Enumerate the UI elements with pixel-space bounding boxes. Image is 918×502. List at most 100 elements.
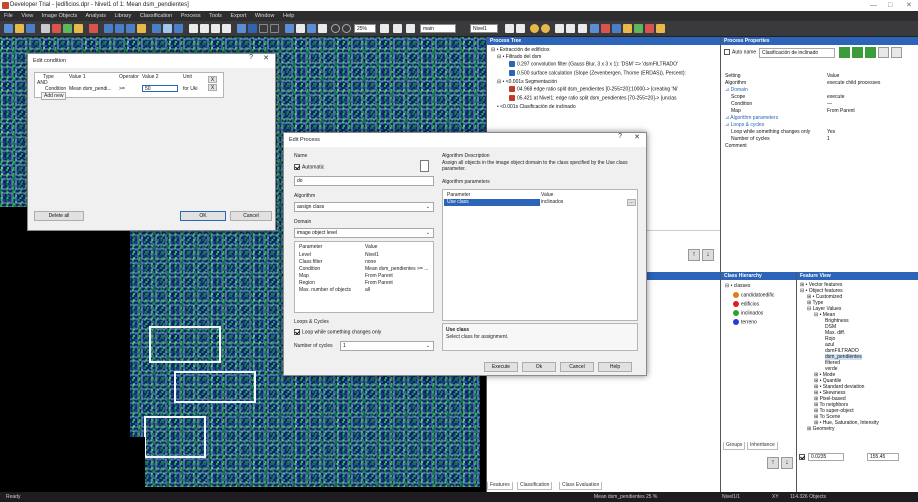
tree-row-surface[interactable]: 0.500 surface calculation (Slope (Zevenb… bbox=[509, 70, 686, 76]
help-icon[interactable]: ? bbox=[249, 54, 253, 61]
prop-loop-value[interactable]: Yes bbox=[827, 129, 835, 135]
open-project-icon[interactable] bbox=[15, 24, 24, 33]
tree-row-edge2[interactable]: 05.421 at Nivel1: edge ratio split dsm_p… bbox=[509, 95, 677, 101]
delete-icon[interactable] bbox=[645, 24, 654, 33]
insert-icon[interactable] bbox=[852, 47, 863, 58]
param-max-objects-value[interactable]: all bbox=[365, 287, 370, 293]
run-icon[interactable] bbox=[530, 24, 539, 33]
level-down-icon[interactable] bbox=[505, 24, 514, 33]
zoom-out-icon[interactable] bbox=[296, 24, 305, 33]
menu-tools[interactable]: Tools bbox=[209, 13, 222, 19]
range-max-field[interactable]: 155.45 bbox=[867, 453, 899, 461]
param-condition-value[interactable]: Mean dsm_pendientes >= ... bbox=[365, 266, 428, 272]
zoom-fit-icon[interactable] bbox=[307, 24, 316, 33]
undo-icon[interactable] bbox=[555, 24, 564, 33]
ellipsis-button[interactable]: … bbox=[627, 199, 636, 206]
menu-view[interactable]: View bbox=[21, 13, 33, 19]
condition-unit[interactable]: for Uki bbox=[183, 86, 197, 92]
menu-image-objects[interactable]: Image Objects bbox=[42, 13, 77, 19]
param-region-value[interactable]: From Parent bbox=[365, 280, 393, 286]
tree-row-filtrado[interactable]: ⊟ • Filtrado del dsm bbox=[497, 54, 541, 60]
prop-algorithm-params-group[interactable]: ⊿ Algorithm parameters bbox=[725, 115, 778, 121]
tab-class-evaluation[interactable]: Class Evaluation bbox=[559, 482, 603, 490]
add-icon[interactable] bbox=[839, 47, 850, 58]
view-icon[interactable] bbox=[41, 24, 50, 33]
cancel-button[interactable]: Cancel bbox=[230, 211, 272, 221]
sample-icon[interactable] bbox=[590, 24, 599, 33]
param-map-value[interactable]: From Parent bbox=[365, 273, 393, 279]
param-class-filter-value[interactable]: none bbox=[365, 259, 376, 265]
class-candidatoedific[interactable]: candidatoedific bbox=[733, 292, 774, 298]
menu-window[interactable]: Window bbox=[255, 13, 275, 19]
auto-name-checkbox[interactable]: Auto name bbox=[724, 49, 756, 55]
window-4-icon[interactable] bbox=[137, 24, 146, 33]
menu-classification[interactable]: Classification bbox=[140, 13, 172, 19]
stop-icon[interactable] bbox=[541, 24, 550, 33]
arrow-down-icon[interactable]: ↓ bbox=[781, 457, 793, 469]
domain-select[interactable]: image object level ⌄ bbox=[294, 228, 434, 238]
ok-button[interactable]: OK bbox=[180, 211, 226, 221]
menu-library[interactable]: Library bbox=[114, 13, 131, 19]
window-3-icon[interactable] bbox=[126, 24, 135, 33]
tab-groups[interactable]: Groups bbox=[723, 442, 746, 450]
tree-row-clasificacion[interactable]: • <0.001s Clasificación de inclinado bbox=[497, 104, 576, 110]
fv-geometry[interactable]: ⊞ Geometry bbox=[807, 426, 835, 432]
layer-icon[interactable] bbox=[52, 24, 61, 33]
minimize-button[interactable]: — bbox=[870, 0, 877, 11]
delete-all-button[interactable]: Delete all bbox=[34, 211, 84, 221]
zoom-reset-icon[interactable] bbox=[380, 24, 389, 33]
arrow-up-icon[interactable]: ↑ bbox=[688, 249, 700, 261]
help-icon[interactable]: ? bbox=[618, 133, 622, 140]
edit-icon[interactable] bbox=[612, 24, 621, 33]
split-view-1-icon[interactable] bbox=[189, 24, 198, 33]
split-view-4-icon[interactable] bbox=[222, 24, 231, 33]
manual-icon[interactable] bbox=[623, 24, 632, 33]
process-name-field[interactable]: Clasificación de inclinado bbox=[759, 48, 835, 58]
class-icon[interactable] bbox=[601, 24, 610, 33]
merge-icon[interactable] bbox=[634, 24, 643, 33]
zoom-plus-icon[interactable] bbox=[342, 24, 351, 33]
range-min-field[interactable]: 0.0235 bbox=[808, 453, 844, 461]
ok-button[interactable]: Ok bbox=[522, 362, 556, 372]
tab-classification[interactable]: Classification bbox=[517, 482, 553, 490]
move-up-icon[interactable] bbox=[878, 47, 889, 58]
tree-row-edge1[interactable]: 04.968 edge ratio split dsm_pendientes [… bbox=[509, 86, 678, 92]
menu-drop-icon[interactable] bbox=[578, 24, 587, 33]
cycles-select[interactable]: 1 ⌄ bbox=[340, 341, 434, 351]
level-select[interactable]: Nivel1 bbox=[470, 24, 498, 33]
split-view-2-icon[interactable] bbox=[200, 24, 209, 33]
zoom-select[interactable]: 25% bbox=[354, 24, 376, 33]
document-icon[interactable] bbox=[420, 160, 429, 172]
zoom-minus-icon[interactable] bbox=[331, 24, 340, 33]
tree-row-convolution[interactable]: 0.297 convolution filter (Gauss Blur, 3 … bbox=[509, 61, 678, 67]
layer-select[interactable]: main bbox=[420, 24, 456, 33]
help-button[interactable]: Help bbox=[598, 362, 632, 372]
tool-icon[interactable] bbox=[89, 24, 98, 33]
feature-view-icon[interactable] bbox=[163, 24, 172, 33]
range-checkbox[interactable] bbox=[799, 454, 807, 460]
cancel-button[interactable]: Cancel bbox=[560, 362, 594, 372]
window-1-icon[interactable] bbox=[104, 24, 113, 33]
condition-operator[interactable]: >= bbox=[119, 86, 125, 92]
prop-scope-value[interactable]: execute bbox=[827, 94, 845, 100]
select-icon[interactable] bbox=[248, 24, 257, 33]
cursor-icon[interactable] bbox=[259, 24, 268, 33]
new-project-icon[interactable] bbox=[4, 24, 13, 33]
pan-icon[interactable] bbox=[237, 24, 246, 33]
use-class-value[interactable]: inclinados bbox=[541, 199, 563, 205]
prop-algorithm-value[interactable]: execute child processes bbox=[827, 80, 880, 86]
save-icon[interactable] bbox=[26, 24, 35, 33]
use-class-row[interactable]: Use class bbox=[444, 199, 540, 206]
menu-help[interactable]: Help bbox=[283, 13, 294, 19]
condition-value1[interactable]: Mean dsm_pendi... bbox=[69, 86, 112, 92]
prop-domain-group[interactable]: ⊿ Domain bbox=[725, 87, 748, 93]
classes-root[interactable]: ⊟ • classes bbox=[725, 283, 750, 289]
remove-row-2-button[interactable]: X bbox=[208, 84, 217, 91]
close-icon[interactable]: ✕ bbox=[634, 133, 640, 141]
remove-row-1-button[interactable]: X bbox=[208, 76, 217, 83]
hand-icon[interactable] bbox=[270, 24, 279, 33]
menu-analysis[interactable]: Analysis bbox=[85, 13, 105, 19]
param-level-value[interactable]: Nivel1 bbox=[365, 252, 379, 258]
segment-icon[interactable] bbox=[74, 24, 83, 33]
menu-export[interactable]: Export bbox=[230, 13, 246, 19]
